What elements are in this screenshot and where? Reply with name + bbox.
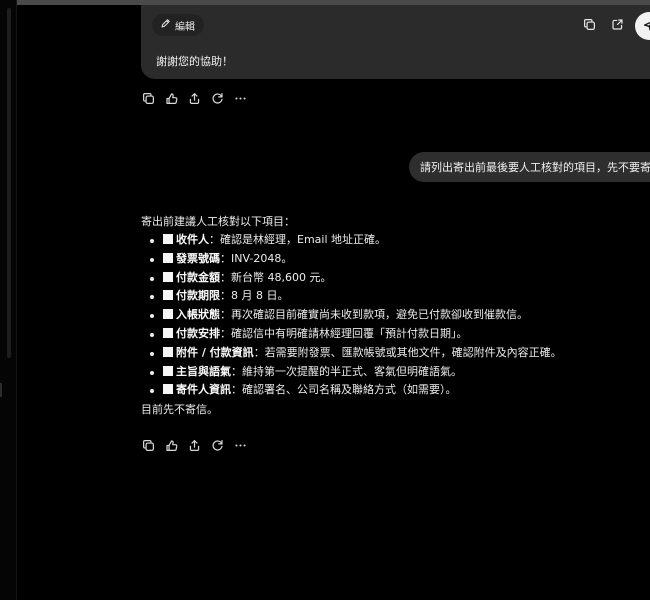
item-label: 收件人 xyxy=(176,233,209,246)
copy-icon[interactable] xyxy=(581,16,597,32)
regenerate-icon[interactable] xyxy=(210,91,225,106)
item-text: ：確認是林經理，Email 地址正確。 xyxy=(209,233,387,246)
reply-intro: 寄出前建議人工核對以下項目： xyxy=(141,215,295,228)
item-label: 主旨與語氣 xyxy=(176,364,231,378)
list-item: 付款金額：新台幣 48,600 元。 xyxy=(141,269,641,288)
list-item: 付款期限：8 月 8 日。 xyxy=(141,287,641,306)
share-icon[interactable] xyxy=(187,438,202,453)
checkbox-square xyxy=(163,252,173,263)
list-item: 附件 / 付款資訊：若需要附發票、匯款帳號或其他文件，確認附件及內容正確。 xyxy=(141,344,641,363)
item-text: ：新台幣 48,600 元。 xyxy=(220,270,332,284)
copy-icon[interactable] xyxy=(141,91,156,106)
checkbox-square xyxy=(163,346,173,357)
open-external-icon[interactable] xyxy=(609,16,625,32)
message-actions-top xyxy=(141,90,248,106)
item-label: 附件 / 付款資訊 xyxy=(176,345,254,359)
item-label: 付款金額 xyxy=(176,270,220,284)
edit-button[interactable]: 編輯 xyxy=(152,14,204,36)
feedback-icon[interactable] xyxy=(164,438,179,453)
list-item: 入帳狀態：再次確認目前確實尚未收到款項，避免已付款卻收到催款信。 xyxy=(141,306,641,325)
checkbox-square xyxy=(163,309,173,320)
item-text: ：INV-2048。 xyxy=(220,251,293,265)
more-icon[interactable] xyxy=(233,438,248,453)
item-label: 入帳狀態 xyxy=(176,308,220,322)
item-text: ：若需要附發票、匯款帳號或其他文件，確認附件及內容正確。 xyxy=(253,345,562,359)
item-label: 付款安排 xyxy=(176,326,220,340)
left-scroll-rail[interactable] xyxy=(0,0,17,600)
list-item: 收件人：確認是林經理，Email 地址正確。 xyxy=(141,231,641,250)
list-item: 寄件人資訊：確認署名、公司名稱及聯絡方式（如需要）。 xyxy=(141,381,641,400)
share-icon[interactable] xyxy=(187,91,202,106)
regenerate-icon[interactable] xyxy=(210,438,225,453)
checklist: 收件人：確認是林經理，Email 地址正確。 發票號碼：INV-2048。 付款… xyxy=(141,231,641,400)
scrollbar-thumb[interactable] xyxy=(7,8,11,358)
checkbox-square xyxy=(163,365,173,376)
reply-closing: 目前先不寄信。 xyxy=(141,403,218,417)
item-text: ：再次確認目前確實尚未收到款項，避免已付款卻收到催款信。 xyxy=(220,308,528,322)
checkbox-square xyxy=(163,327,173,338)
item-text: ：8 月 8 日。 xyxy=(220,289,289,303)
checkbox-square xyxy=(163,234,173,244)
item-text: ：確認信中有明確請林經理回覆「預計付款日期」。 xyxy=(220,326,468,340)
rail-marker xyxy=(0,383,2,397)
list-item: 發票號碼：INV-2048。 xyxy=(141,250,641,269)
checkbox-square xyxy=(163,384,173,395)
list-item: 主旨與語氣：維持第一次提醒的半正式、客氣但明確語氣。 xyxy=(141,363,641,382)
item-text: ：維持第一次提醒的半正式、客氣但明確語氣。 xyxy=(231,364,462,378)
edit-label: 編輯 xyxy=(175,21,195,33)
item-label: 寄件人資訊 xyxy=(176,383,231,397)
copy-icon[interactable] xyxy=(141,438,156,453)
message-actions-bottom xyxy=(141,437,248,453)
previous-message-card: 編輯 謝謝您的協助！ xyxy=(141,5,650,79)
assistant-reply: 寄出前建議人工核對以下項目： 收件人：確認是林經理，Email 地址正確。 發票… xyxy=(141,212,641,420)
item-label: 付款期限 xyxy=(176,289,220,303)
user-message-text: 請列出寄出前最後要人工核對的項目，先不要寄信。 xyxy=(420,161,650,174)
pencil-icon xyxy=(160,18,171,32)
checkbox-square xyxy=(163,290,173,301)
send-icon xyxy=(643,17,650,36)
item-label: 發票號碼 xyxy=(176,251,220,265)
send-button[interactable] xyxy=(635,12,650,40)
feedback-icon[interactable] xyxy=(164,91,179,106)
checkbox-square xyxy=(163,271,173,282)
user-message-bubble: 請列出寄出前最後要人工核對的項目，先不要寄信。 xyxy=(409,152,650,182)
previous-message-text: 謝謝您的協助！ xyxy=(156,55,233,68)
item-text: ：確認署名、公司名稱及聯絡方式（如需要）。 xyxy=(231,383,457,397)
more-icon[interactable] xyxy=(233,91,248,106)
list-item: 付款安排：確認信中有明確請林經理回覆「預計付款日期」。 xyxy=(141,325,641,344)
